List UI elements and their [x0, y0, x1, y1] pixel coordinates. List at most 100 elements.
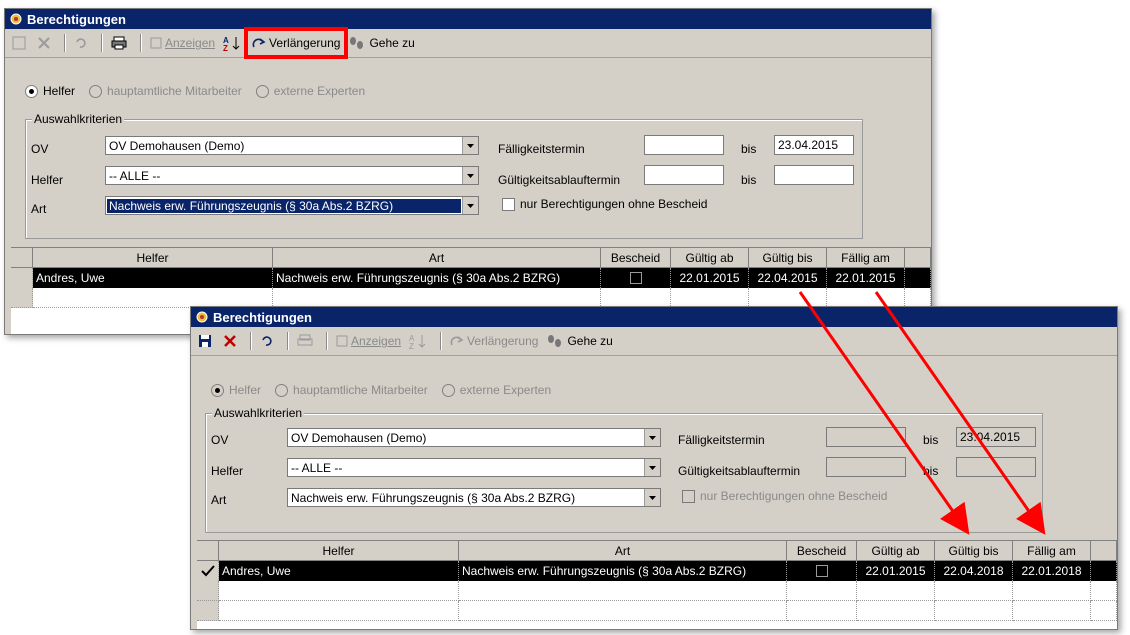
sort-button[interactable]: AZ [406, 330, 433, 352]
ov-combo[interactable]: OV Demohausen (Demo) [105, 136, 479, 155]
radio-externe[interactable]: externe Experten [255, 84, 365, 98]
art-value: Nachweis erw. Führungszeugnis (§ 30a Abs… [107, 198, 461, 213]
bis-label: bis [923, 433, 939, 447]
save-button[interactable] [9, 32, 32, 54]
col-art[interactable]: Art [273, 248, 601, 268]
undo-button[interactable] [71, 32, 94, 54]
verlaengerung-label: Verlängerung [269, 36, 341, 50]
table-row[interactable]: Andres, Uwe Nachweis erw. Führungszeugni… [11, 268, 931, 288]
gueltigkeit-bis-input[interactable] [774, 165, 854, 185]
cell-faellig-am: 22.01.2015 [827, 268, 905, 288]
radio-helfer[interactable]: Helfer [211, 383, 261, 397]
berechtigungen-window-after: Berechtigungen Anzeigen AZ Verlängerung … [190, 306, 1118, 630]
chevron-down-icon[interactable] [462, 197, 478, 214]
col-helfer[interactable]: Helfer [219, 541, 459, 561]
radio-hauptamtliche-label: hauptamtliche Mitarbeiter [293, 383, 428, 397]
ov-combo[interactable]: OV Demohausen (Demo) [287, 428, 661, 447]
radio-helfer[interactable]: Helfer [25, 84, 75, 98]
chevron-down-icon[interactable] [644, 459, 660, 476]
footprints-icon [350, 37, 364, 49]
table-row[interactable]: Andres, Uwe Nachweis erw. Führungszeugni… [197, 561, 1117, 581]
row-filler [905, 268, 931, 288]
chevron-down-icon[interactable] [462, 167, 478, 184]
col-faellig-am[interactable]: Fällig am [827, 248, 905, 268]
window-title: Berechtigungen [27, 11, 126, 27]
toolbar-separator [101, 34, 103, 52]
helfer-value: -- ALLE -- [291, 460, 343, 475]
undo-button[interactable] [257, 330, 280, 352]
print-button[interactable] [294, 330, 319, 352]
col-faellig-am[interactable]: Fällig am [1013, 541, 1091, 561]
cell-bescheid[interactable] [601, 268, 671, 288]
row-filler [1091, 561, 1117, 581]
col-bescheid[interactable]: Bescheid [601, 248, 671, 268]
faelligkeit-bis-input[interactable]: 23.04.2015 [774, 135, 854, 155]
checkbox-icon [336, 335, 348, 347]
bescheid-checkbox[interactable] [629, 272, 642, 284]
sort-az-icon: AZ [223, 36, 240, 51]
sort-az-icon: AZ [409, 334, 426, 349]
gehe-zu-button[interactable]: Gehe zu [543, 330, 615, 352]
ohne-bescheid-checkbox[interactable]: nur Berechtigungen ohne Bescheid [682, 489, 887, 503]
bis-label: bis [741, 142, 757, 156]
col-gueltig-bis[interactable]: Gültig bis [935, 541, 1013, 561]
gehe-zu-button[interactable]: Gehe zu [345, 32, 417, 54]
window-title: Berechtigungen [213, 309, 312, 325]
row-selector[interactable] [197, 561, 219, 581]
delete-button[interactable] [220, 330, 243, 352]
cell-gueltig-bis: 22.04.2018 [935, 561, 1013, 581]
gueltigkeit-bis-input[interactable] [956, 457, 1036, 477]
gueltigkeit-from-input[interactable] [644, 165, 724, 185]
radio-hauptamtliche[interactable]: hauptamtliche Mitarbeiter [275, 383, 428, 397]
radio-helfer-label: Helfer [43, 84, 76, 98]
printer-icon [297, 334, 313, 346]
faelligkeit-from-input[interactable] [826, 427, 906, 447]
gueltigkeit-from-input[interactable] [826, 457, 906, 477]
checkbox-icon [150, 37, 162, 49]
radio-hauptamtliche[interactable]: hauptamtliche Mitarbeiter [89, 84, 242, 98]
empty-row [197, 601, 1117, 621]
ov-label: OV [211, 433, 229, 447]
table-header: Helfer Art Bescheid Gültig ab Gültig bis… [11, 248, 931, 268]
col-bescheid[interactable]: Bescheid [787, 541, 857, 561]
verlaengerung-button[interactable]: Verlängerung [244, 27, 349, 59]
faelligkeit-from-input[interactable] [644, 135, 724, 155]
chevron-down-icon[interactable] [644, 429, 660, 446]
col-art[interactable]: Art [459, 541, 787, 561]
art-combo[interactable]: Nachweis erw. Führungszeugnis (§ 30a Abs… [105, 196, 479, 215]
col-gueltig-ab[interactable]: Gültig ab [671, 248, 749, 268]
col-helfer[interactable]: Helfer [33, 248, 273, 268]
sort-button[interactable]: AZ [220, 32, 247, 54]
save-button[interactable] [195, 330, 218, 352]
gueltigkeitsablauftermin-label: Gültigkeitsablauftermin [498, 173, 621, 187]
chevron-down-icon[interactable] [644, 489, 660, 506]
toolbar-separator [326, 332, 328, 350]
checkmark-icon [200, 565, 215, 577]
cell-bescheid[interactable] [787, 561, 857, 581]
ov-value: OV Demohausen (Demo) [109, 138, 245, 153]
helfer-combo[interactable]: -- ALLE -- [287, 458, 661, 477]
berechtigungen-table: Helfer Art Bescheid Gültig ab Gültig bis… [197, 540, 1117, 629]
ohne-bescheid-checkbox[interactable]: nur Berechtigungen ohne Bescheid [502, 197, 707, 211]
anzeigen-button[interactable]: Anzeigen [147, 32, 218, 54]
group-title: Auswahlkriterien [32, 112, 125, 126]
helfer-combo[interactable]: -- ALLE -- [105, 166, 479, 185]
delete-button[interactable] [34, 32, 57, 54]
app-icon [196, 311, 208, 323]
faelligkeit-bis-input[interactable]: 23.04.2015 [956, 427, 1036, 447]
redo-arrow-icon [252, 38, 266, 48]
undo-icon [262, 336, 272, 346]
row-selector[interactable] [11, 268, 33, 288]
redo-arrow-icon [450, 336, 464, 346]
bescheid-checkbox[interactable] [815, 565, 828, 577]
print-button[interactable] [108, 32, 133, 54]
header-filler [905, 248, 931, 268]
helfer-label: Helfer [31, 173, 64, 187]
chevron-down-icon[interactable] [462, 137, 478, 154]
col-gueltig-bis[interactable]: Gültig bis [749, 248, 827, 268]
radio-externe[interactable]: externe Experten [441, 383, 551, 397]
col-gueltig-ab[interactable]: Gültig ab [857, 541, 935, 561]
verlaengerung-button[interactable]: Verlängerung [447, 330, 541, 352]
art-combo[interactable]: Nachweis erw. Führungszeugnis (§ 30a Abs… [287, 488, 661, 507]
anzeigen-button[interactable]: Anzeigen [333, 330, 404, 352]
